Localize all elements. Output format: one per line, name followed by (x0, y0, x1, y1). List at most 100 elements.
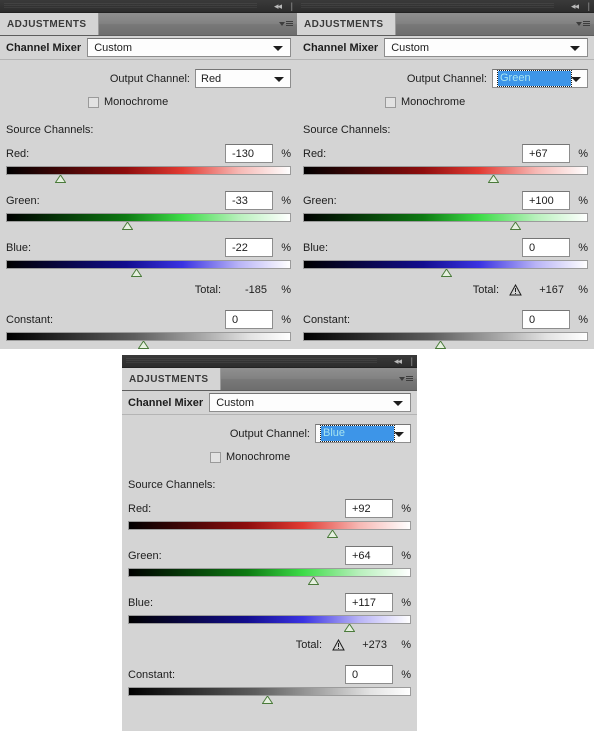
total-value: -185 (244, 284, 267, 296)
slider-thumb[interactable] (308, 577, 320, 585)
dock-gripper[interactable] (4, 3, 257, 9)
monochrome-checkbox[interactable] (385, 96, 396, 108)
tab-adjustments[interactable]: ADJUSTMENTS (297, 13, 397, 35)
chevron-down-icon (394, 431, 404, 437)
slider-track-constant[interactable] (128, 687, 411, 704)
channel-value-input[interactable]: +100 (522, 191, 570, 210)
collapse-to-icons-icon[interactable]: ◂◂ (274, 1, 282, 11)
monochrome-row: Monochrome (0, 88, 297, 108)
monochrome-checkbox[interactable] (88, 96, 99, 108)
panel-tab-row: ADJUSTMENTS (122, 368, 417, 391)
dock-divider-icon: | (587, 1, 590, 11)
constant-label: Constant: (303, 313, 351, 326)
slider-track-green[interactable] (6, 213, 291, 230)
preset-dropdown[interactable]: Custom (384, 38, 588, 57)
adjustment-title-row: Channel Mixer Custom (0, 36, 297, 60)
tab-adjustments[interactable]: ADJUSTMENTS (0, 13, 100, 35)
slider-thumb[interactable] (510, 222, 522, 230)
slider-track-green[interactable] (303, 213, 588, 230)
output-channel-row: Output Channel: Red (0, 60, 297, 88)
total-row: Total: +167 % (297, 277, 594, 296)
constant-slider: Constant: 0 % (122, 651, 417, 704)
panel-menu-icon[interactable] (277, 17, 293, 30)
slider-track-green[interactable] (128, 568, 411, 585)
chevron-down-icon (274, 76, 284, 82)
channel-value-input[interactable]: +92 (345, 499, 393, 518)
output-channel-dropdown[interactable]: Blue (315, 424, 411, 443)
slider-thumb[interactable] (137, 341, 149, 349)
channel-value-input[interactable]: -33 (225, 191, 273, 210)
slider-gradient (128, 568, 411, 577)
panel-body: Output Channel: Red Monochrome Source Ch… (0, 60, 297, 349)
adjustments-panel-red: ◂◂ | ADJUSTMENTS Channel Mixer Custom Ou… (0, 0, 297, 349)
slider-track-red[interactable] (303, 166, 588, 183)
percent-label: % (281, 147, 291, 160)
preset-dropdown[interactable]: Custom (209, 393, 411, 412)
adjustments-panel-blue: ◂◂ | ADJUSTMENTS Channel Mixer Custom Ou… (122, 355, 417, 731)
slider-thumb[interactable] (261, 696, 273, 704)
preset-dropdown[interactable]: Custom (87, 38, 291, 57)
tab-adjustments-label: ADJUSTMENTS (7, 18, 87, 30)
monochrome-row: Monochrome (297, 88, 594, 108)
percent-label: % (281, 284, 291, 296)
menu-lines-icon (286, 21, 293, 26)
channel-label: Blue: (128, 596, 154, 609)
total-row: Total: -185 % (0, 277, 297, 296)
dock-gripper[interactable] (126, 358, 377, 364)
slider-track-red[interactable] (128, 521, 411, 538)
slider-track-red[interactable] (6, 166, 291, 183)
slider-gradient (128, 615, 411, 624)
slider-thumb[interactable] (55, 175, 67, 183)
channel-label: Blue: (6, 241, 32, 254)
slider-thumb[interactable] (326, 530, 338, 538)
slider-gradient (303, 260, 588, 269)
channel-value-input[interactable]: -130 (225, 144, 273, 163)
dock-gripper[interactable] (301, 3, 554, 9)
collapse-to-icons-icon[interactable]: ◂◂ (394, 356, 402, 366)
output-channel-label: Output Channel: (229, 427, 310, 440)
slider-track-blue[interactable] (6, 260, 291, 277)
total-row: Total: +273 % (122, 632, 417, 651)
constant-value-input[interactable]: 0 (522, 310, 570, 329)
slider-track-constant[interactable] (303, 332, 588, 349)
source-channels-label: Source Channels: (303, 124, 391, 136)
slider-thumb[interactable] (343, 624, 355, 632)
slider-track-blue[interactable] (303, 260, 588, 277)
collapse-to-icons-icon[interactable]: ◂◂ (571, 1, 579, 11)
slider-track-constant[interactable] (6, 332, 291, 349)
page-title: Channel Mixer (6, 41, 82, 54)
output-channel-value: Green (497, 70, 572, 87)
constant-value-input[interactable]: 0 (225, 310, 273, 329)
tab-adjustments[interactable]: ADJUSTMENTS (122, 368, 222, 390)
output-channel-dropdown[interactable]: Green (492, 69, 588, 88)
percent-label: % (281, 194, 291, 207)
slider-thumb[interactable] (487, 175, 499, 183)
dock-divider-icon: | (410, 356, 413, 366)
slider-thumb[interactable] (434, 341, 446, 349)
slider-thumb[interactable] (440, 269, 452, 277)
constant-slider: Constant: 0 % (0, 296, 297, 349)
channel-value-input[interactable]: +67 (522, 144, 570, 163)
monochrome-checkbox[interactable] (210, 451, 221, 463)
slider-track-blue[interactable] (128, 615, 411, 632)
channel-value-input[interactable]: -22 (225, 238, 273, 257)
output-channel-dropdown[interactable]: Red (195, 69, 291, 88)
page-title: Channel Mixer (128, 396, 204, 409)
panel-menu-icon[interactable] (574, 17, 590, 30)
dock-bar: ◂◂ | (297, 0, 594, 13)
percent-label: % (578, 313, 588, 326)
monochrome-row: Monochrome (122, 443, 417, 463)
channel-value-input[interactable]: 0 (522, 238, 570, 257)
channel-value-input[interactable]: +117 (345, 593, 393, 612)
percent-label: % (401, 596, 411, 609)
output-channel-row: Output Channel: Green (297, 60, 594, 88)
panel-menu-icon[interactable] (397, 372, 413, 385)
slider-thumb[interactable] (122, 222, 134, 230)
constant-value-input[interactable]: 0 (345, 665, 393, 684)
slider-gradient (303, 332, 588, 341)
slider-gradient (128, 687, 411, 696)
panel-tab-row: ADJUSTMENTS (297, 13, 594, 36)
slider-gradient (128, 521, 411, 530)
slider-thumb[interactable] (130, 269, 142, 277)
channel-value-input[interactable]: +64 (345, 546, 393, 565)
